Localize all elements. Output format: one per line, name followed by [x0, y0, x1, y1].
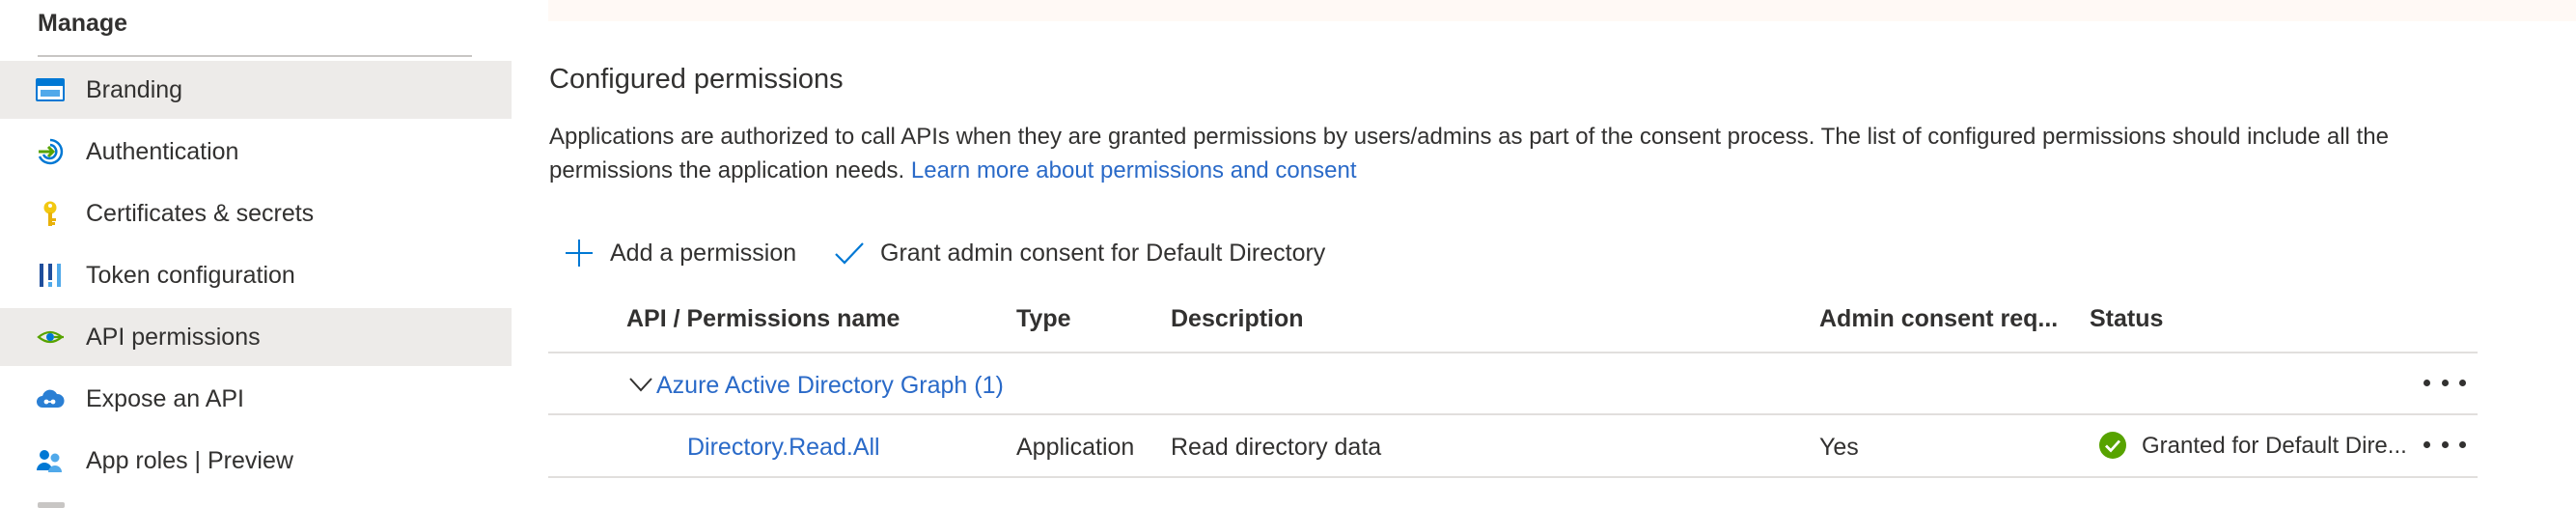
- sidebar-item-label: Expose an API: [86, 384, 245, 412]
- admin-consent-value: Yes: [1819, 434, 1859, 461]
- sidebar-item-app-roles[interactable]: App roles | Preview: [0, 432, 512, 490]
- table-row-divider: [548, 413, 2478, 415]
- table-header-divider: [548, 352, 2478, 353]
- sidebar-item-label: Authentication: [86, 137, 239, 165]
- sidebar-item-token-configuration[interactable]: Token configuration: [0, 246, 512, 304]
- sidebar-next-item-partial: [38, 502, 65, 508]
- api-permissions-icon: [37, 330, 64, 344]
- sidebar-item-label: Token configuration: [86, 261, 295, 289]
- permission-type: Application: [1016, 434, 1135, 461]
- sidebar-section-title: Manage: [38, 10, 128, 37]
- sidebar-item-branding[interactable]: Branding: [0, 61, 512, 119]
- add-permission-button[interactable]: Add a permission: [564, 234, 796, 272]
- column-header-admin-consent[interactable]: Admin consent req...: [1819, 305, 2058, 333]
- sidebar-item-certificates-secrets[interactable]: Certificates & secrets: [0, 184, 512, 242]
- plus-icon: [566, 240, 593, 267]
- sidebar-item-label: App roles | Preview: [86, 446, 293, 474]
- column-header-description[interactable]: Description: [1171, 305, 1304, 333]
- permission-name-link[interactable]: Directory.Read.All: [687, 434, 880, 462]
- sidebar-item-api-permissions[interactable]: API permissions: [0, 308, 512, 366]
- cloud-api-icon: [37, 389, 65, 408]
- learn-more-link[interactable]: Learn more about permissions and consent: [911, 157, 1357, 183]
- permission-status: Granted for Default Dire...: [2142, 433, 2407, 459]
- grant-admin-consent-label: Grant admin consent for Default Director…: [880, 239, 1326, 267]
- column-header-type[interactable]: Type: [1016, 305, 1071, 333]
- column-header-api-name[interactable]: API / Permissions name: [626, 305, 900, 333]
- add-permission-label: Add a permission: [610, 239, 797, 267]
- info-banner-partial: [548, 0, 2576, 21]
- column-header-status[interactable]: Status: [2090, 305, 2163, 333]
- more-options-icon[interactable]: [2424, 368, 2466, 397]
- group-label-azure-ad-graph[interactable]: Azure Active Directory Graph (1): [656, 372, 1004, 400]
- app-roles-icon: [37, 450, 62, 472]
- branding-icon: [36, 78, 65, 101]
- sidebar-item-label: Branding: [86, 75, 183, 103]
- check-circle-icon: [2099, 432, 2126, 459]
- chevron-down-icon[interactable]: [628, 375, 653, 394]
- section-description: Applications are authorized to call APIs…: [549, 120, 2479, 187]
- permission-description: Read directory data: [1171, 434, 1382, 461]
- grant-admin-consent-button[interactable]: Grant admin consent for Default Director…: [834, 234, 1325, 272]
- sidebar: Manage Branding Authentication Certifica…: [0, 0, 512, 508]
- description-text: Applications are authorized to call APIs…: [549, 124, 2389, 183]
- sidebar-item-authentication[interactable]: Authentication: [0, 123, 512, 181]
- table-bottom-divider: [548, 476, 2478, 478]
- section-title: Configured permissions: [549, 64, 844, 95]
- more-options-icon[interactable]: [2424, 430, 2466, 459]
- sidebar-item-expose-an-api[interactable]: Expose an API: [0, 370, 512, 428]
- sidebar-item-label: Certificates & secrets: [86, 199, 315, 227]
- sidebar-divider: [38, 55, 472, 57]
- authentication-icon: [38, 138, 64, 165]
- checkmark-icon: [835, 242, 864, 265]
- sidebar-item-label: API permissions: [86, 323, 261, 351]
- token-bars-icon: [40, 264, 61, 287]
- key-icon: [43, 201, 57, 226]
